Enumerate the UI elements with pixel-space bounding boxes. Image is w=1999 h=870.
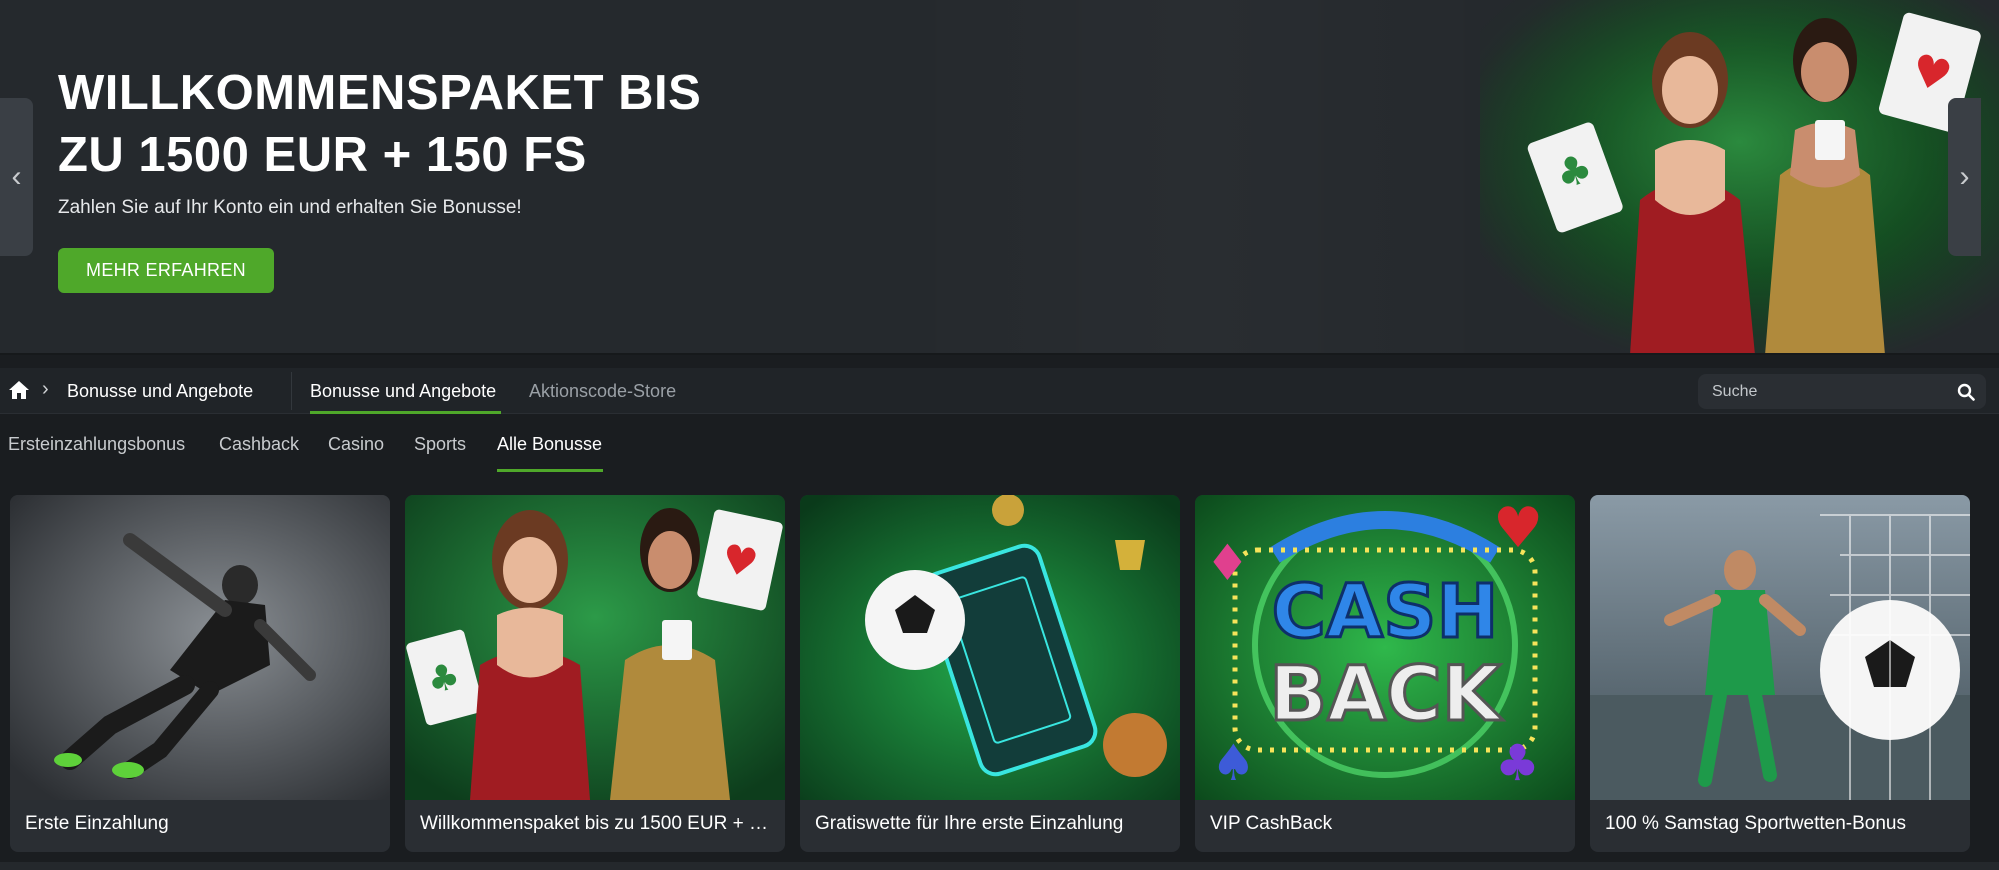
back-art-text: BACK — [1269, 649, 1504, 738]
banner-title: WILLKOMMENSPAKET BIS ZU 1500 EUR + 150 F… — [58, 66, 702, 182]
casino-women-image: ♣ ♥ — [405, 495, 785, 800]
phone-football-image — [800, 495, 1180, 800]
card-title: Willkommenspaket bis zu 1500 EUR + 150 F… — [420, 813, 775, 834]
banner-subtitle: Zahlen Sie auf Ihr Konto ein und erhalte… — [58, 197, 522, 218]
card-title: Gratiswette für Ihre erste Einzahlung — [815, 813, 1124, 834]
chevron-right-icon: › — [1959, 160, 1970, 193]
bonus-card-free-bet[interactable]: Gratiswette für Ihre erste Einzahlung — [800, 495, 1180, 852]
svg-text:♦: ♦ — [1205, 534, 1250, 592]
cashback-logo-image: CASH BACK ♥ ♦ ♠ ♣ — [1195, 495, 1575, 800]
casino-women-illustration: ♣ ♥ — [1480, 0, 1999, 353]
bonus-card-welcome-package[interactable]: ♣ ♥ Willkommenspaket bis zu 1500 EUR + 1… — [405, 495, 785, 852]
cash-art-text: CASH — [1272, 569, 1499, 655]
filter-first-deposit-bonus[interactable]: Ersteinzahlungsbonus — [8, 434, 185, 455]
search-icon[interactable] — [1957, 383, 1975, 401]
active-filter-indicator — [497, 469, 603, 472]
home-icon[interactable] — [8, 380, 30, 400]
svg-text:♥: ♥ — [1493, 496, 1543, 561]
bonus-card-vip-cashback[interactable]: CASH BACK ♥ ♦ ♠ ♣ VIP CashBack — [1195, 495, 1575, 852]
svg-text:♣: ♣ — [1495, 734, 1540, 792]
promo-banner: ‹ WILLKOMMENSPAKET BIS ZU 1500 EUR + 150… — [0, 0, 1999, 355]
card-title: VIP CashBack — [1210, 813, 1333, 834]
card-title: 100 % Samstag Sportwetten-Bonus — [1605, 813, 1907, 834]
next-row-preview — [0, 862, 1999, 870]
filter-cashback[interactable]: Cashback — [219, 434, 299, 455]
svg-text:♠: ♠ — [1211, 734, 1256, 792]
filter-all-bonuses[interactable]: Alle Bonusse — [497, 434, 602, 455]
search-input[interactable] — [1712, 374, 1942, 409]
section-navbar: › Bonusse und Angebote Bonusse und Angeb… — [0, 368, 1999, 414]
banner-next-button[interactable]: › — [1948, 98, 1981, 256]
bonus-card-first-deposit[interactable]: Erste Einzahlung — [10, 495, 390, 852]
banner-prev-button[interactable]: ‹ — [0, 98, 33, 256]
football-player-image — [10, 495, 390, 800]
card-title: Erste Einzahlung — [25, 813, 169, 834]
search-box — [1698, 374, 1986, 409]
divider — [291, 372, 292, 410]
tab-promo-code-store[interactable]: Aktionscode-Store — [529, 381, 676, 402]
tab-bonuses-and-offers[interactable]: Bonusse und Angebote — [310, 381, 496, 402]
filter-sports[interactable]: Sports — [414, 434, 466, 455]
banner-image: ♣ ♥ — [1480, 0, 1999, 353]
bonus-card-saturday-sports[interactable]: 100 % Samstag Sportwetten-Bonus — [1590, 495, 1970, 852]
chevron-right-icon: › — [42, 378, 49, 400]
chevron-left-icon: ‹ — [11, 160, 22, 193]
learn-more-button[interactable]: MEHR ERFAHREN — [58, 248, 274, 293]
breadcrumb[interactable]: Bonusse und Angebote — [67, 381, 253, 402]
bonus-filter-tabs: Ersteinzahlungsbonus Cashback Casino Spo… — [0, 414, 1999, 472]
football-goal-image — [1590, 495, 1970, 800]
filter-casino[interactable]: Casino — [328, 434, 384, 455]
